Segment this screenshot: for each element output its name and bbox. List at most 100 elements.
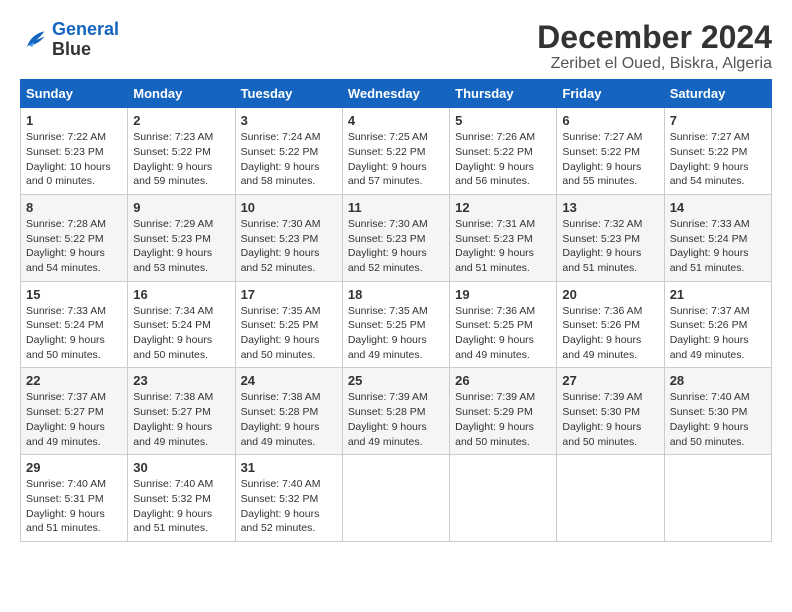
day-info: Sunrise: 7:38 AMSunset: 5:28 PMDaylight:…	[241, 390, 337, 449]
day-info: Sunrise: 7:35 AMSunset: 5:25 PMDaylight:…	[241, 304, 337, 363]
day-number: 30	[133, 460, 229, 475]
day-info: Sunrise: 7:39 AMSunset: 5:29 PMDaylight:…	[455, 390, 551, 449]
day-info: Sunrise: 7:29 AMSunset: 5:23 PMDaylight:…	[133, 217, 229, 276]
day-number: 3	[241, 113, 337, 128]
calendar-cell: 5 Sunrise: 7:26 AMSunset: 5:22 PMDaylight…	[450, 108, 557, 195]
day-number: 22	[26, 373, 122, 388]
day-info: Sunrise: 7:33 AMSunset: 5:24 PMDaylight:…	[670, 217, 766, 276]
day-info: Sunrise: 7:40 AMSunset: 5:32 PMDaylight:…	[133, 477, 229, 536]
calendar-cell: 2 Sunrise: 7:23 AMSunset: 5:22 PMDaylight…	[128, 108, 235, 195]
day-info: Sunrise: 7:33 AMSunset: 5:24 PMDaylight:…	[26, 304, 122, 363]
page-subtitle: Zeribet el Oued, Biskra, Algeria	[537, 55, 772, 73]
calendar-header-thursday: Thursday	[450, 80, 557, 108]
calendar-cell: 4 Sunrise: 7:25 AMSunset: 5:22 PMDaylight…	[342, 108, 449, 195]
day-info: Sunrise: 7:36 AMSunset: 5:25 PMDaylight:…	[455, 304, 551, 363]
day-info: Sunrise: 7:39 AMSunset: 5:30 PMDaylight:…	[562, 390, 658, 449]
calendar-header-row: SundayMondayTuesdayWednesdayThursdayFrid…	[21, 80, 772, 108]
day-number: 14	[670, 200, 766, 215]
day-number: 17	[241, 287, 337, 302]
day-info: Sunrise: 7:26 AMSunset: 5:22 PMDaylight:…	[455, 130, 551, 189]
day-info: Sunrise: 7:27 AMSunset: 5:22 PMDaylight:…	[670, 130, 766, 189]
day-number: 23	[133, 373, 229, 388]
day-info: Sunrise: 7:38 AMSunset: 5:27 PMDaylight:…	[133, 390, 229, 449]
calendar-header-saturday: Saturday	[664, 80, 771, 108]
page-header: GeneralBlue December 2024 Zeribet el Oue…	[20, 20, 772, 73]
calendar-cell: 31 Sunrise: 7:40 AMSunset: 5:32 PMDayligh…	[235, 455, 342, 542]
calendar-cell	[664, 455, 771, 542]
day-number: 9	[133, 200, 229, 215]
calendar-week-row: 15Sunrise: 7:33 AMSunset: 5:24 PMDayligh…	[21, 281, 772, 368]
title-block: December 2024 Zeribet el Oued, Biskra, A…	[537, 20, 772, 73]
logo-text: GeneralBlue	[52, 20, 119, 60]
calendar-cell: 29 Sunrise: 7:40 AMSunset: 5:31 PMDayligh…	[21, 455, 128, 542]
calendar-cell: 27 Sunrise: 7:39 AMSunset: 5:30 PMDayligh…	[557, 368, 664, 455]
day-number: 2	[133, 113, 229, 128]
day-info: Sunrise: 7:31 AMSunset: 5:23 PMDaylight:…	[455, 217, 551, 276]
day-number: 11	[348, 200, 444, 215]
logo: GeneralBlue	[20, 20, 119, 60]
day-info: Sunrise: 7:37 AMSunset: 5:26 PMDaylight:…	[670, 304, 766, 363]
calendar-week-row: 8 Sunrise: 7:28 AMSunset: 5:22 PMDaylight…	[21, 194, 772, 281]
calendar-cell: 6 Sunrise: 7:27 AMSunset: 5:22 PMDaylight…	[557, 108, 664, 195]
day-number: 6	[562, 113, 658, 128]
day-info: Sunrise: 7:22 AMSunset: 5:23 PMDaylight:…	[26, 130, 122, 189]
calendar-cell	[557, 455, 664, 542]
calendar-cell: 3 Sunrise: 7:24 AMSunset: 5:22 PMDaylight…	[235, 108, 342, 195]
logo-bird-icon	[20, 26, 48, 54]
calendar-header-friday: Friday	[557, 80, 664, 108]
day-info: Sunrise: 7:27 AMSunset: 5:22 PMDaylight:…	[562, 130, 658, 189]
calendar-cell: 15Sunrise: 7:33 AMSunset: 5:24 PMDayligh…	[21, 281, 128, 368]
calendar-cell: 20Sunrise: 7:36 AMSunset: 5:26 PMDayligh…	[557, 281, 664, 368]
calendar-week-row: 1Sunrise: 7:22 AMSunset: 5:23 PMDaylight…	[21, 108, 772, 195]
calendar-cell: 1Sunrise: 7:22 AMSunset: 5:23 PMDaylight…	[21, 108, 128, 195]
calendar-cell	[342, 455, 449, 542]
day-number: 10	[241, 200, 337, 215]
page-title: December 2024	[537, 20, 772, 55]
day-info: Sunrise: 7:25 AMSunset: 5:22 PMDaylight:…	[348, 130, 444, 189]
day-number: 18	[348, 287, 444, 302]
calendar-cell: 24 Sunrise: 7:38 AMSunset: 5:28 PMDayligh…	[235, 368, 342, 455]
day-number: 28	[670, 373, 766, 388]
calendar-cell: 12 Sunrise: 7:31 AMSunset: 5:23 PMDayligh…	[450, 194, 557, 281]
calendar-cell: 7Sunrise: 7:27 AMSunset: 5:22 PMDaylight…	[664, 108, 771, 195]
day-number: 19	[455, 287, 551, 302]
calendar-cell: 22 Sunrise: 7:37 AMSunset: 5:27 PMDayligh…	[21, 368, 128, 455]
calendar-header-monday: Monday	[128, 80, 235, 108]
calendar-cell	[450, 455, 557, 542]
day-number: 12	[455, 200, 551, 215]
calendar-cell: 14 Sunrise: 7:33 AMSunset: 5:24 PMDayligh…	[664, 194, 771, 281]
calendar-cell: 25Sunrise: 7:39 AMSunset: 5:28 PMDayligh…	[342, 368, 449, 455]
day-info: Sunrise: 7:30 AMSunset: 5:23 PMDaylight:…	[241, 217, 337, 276]
calendar-week-row: 22 Sunrise: 7:37 AMSunset: 5:27 PMDayligh…	[21, 368, 772, 455]
day-number: 29	[26, 460, 122, 475]
day-info: Sunrise: 7:40 AMSunset: 5:31 PMDaylight:…	[26, 477, 122, 536]
calendar-cell: 18 Sunrise: 7:35 AMSunset: 5:25 PMDayligh…	[342, 281, 449, 368]
day-number: 31	[241, 460, 337, 475]
day-info: Sunrise: 7:30 AMSunset: 5:23 PMDaylight:…	[348, 217, 444, 276]
calendar-cell: 30 Sunrise: 7:40 AMSunset: 5:32 PMDayligh…	[128, 455, 235, 542]
day-info: Sunrise: 7:36 AMSunset: 5:26 PMDaylight:…	[562, 304, 658, 363]
day-number: 21	[670, 287, 766, 302]
calendar-table: SundayMondayTuesdayWednesdayThursdayFrid…	[20, 79, 772, 542]
day-info: Sunrise: 7:40 AMSunset: 5:32 PMDaylight:…	[241, 477, 337, 536]
day-number: 24	[241, 373, 337, 388]
calendar-cell: 13Sunrise: 7:32 AMSunset: 5:23 PMDayligh…	[557, 194, 664, 281]
day-info: Sunrise: 7:24 AMSunset: 5:22 PMDaylight:…	[241, 130, 337, 189]
calendar-cell: 9 Sunrise: 7:29 AMSunset: 5:23 PMDaylight…	[128, 194, 235, 281]
calendar-cell: 19 Sunrise: 7:36 AMSunset: 5:25 PMDayligh…	[450, 281, 557, 368]
calendar-header-wednesday: Wednesday	[342, 80, 449, 108]
day-number: 5	[455, 113, 551, 128]
day-info: Sunrise: 7:28 AMSunset: 5:22 PMDaylight:…	[26, 217, 122, 276]
day-info: Sunrise: 7:35 AMSunset: 5:25 PMDaylight:…	[348, 304, 444, 363]
day-number: 13	[562, 200, 658, 215]
day-number: 8	[26, 200, 122, 215]
calendar-week-row: 29 Sunrise: 7:40 AMSunset: 5:31 PMDayligh…	[21, 455, 772, 542]
day-number: 27	[562, 373, 658, 388]
day-info: Sunrise: 7:40 AMSunset: 5:30 PMDaylight:…	[670, 390, 766, 449]
calendar-cell: 28 Sunrise: 7:40 AMSunset: 5:30 PMDayligh…	[664, 368, 771, 455]
day-info: Sunrise: 7:34 AMSunset: 5:24 PMDaylight:…	[133, 304, 229, 363]
day-info: Sunrise: 7:23 AMSunset: 5:22 PMDaylight:…	[133, 130, 229, 189]
day-info: Sunrise: 7:37 AMSunset: 5:27 PMDaylight:…	[26, 390, 122, 449]
day-number: 4	[348, 113, 444, 128]
calendar-cell: 26Sunrise: 7:39 AMSunset: 5:29 PMDayligh…	[450, 368, 557, 455]
